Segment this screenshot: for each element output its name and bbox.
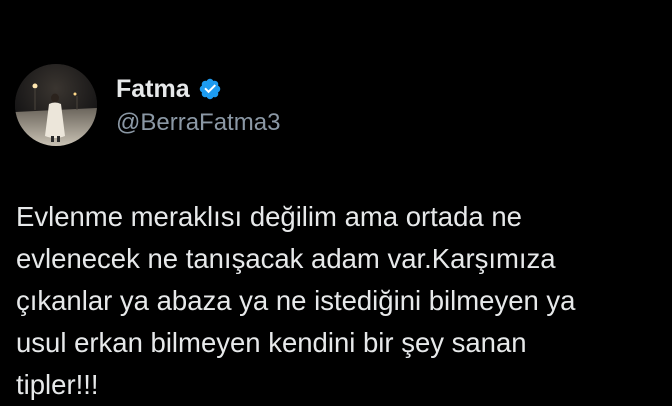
avatar[interactable] (15, 64, 97, 146)
tweet-text-line: usul erkan bilmeyen kendini bir şey sana… (16, 327, 527, 358)
tweet-text-line: Evlenme meraklısı değilim ama ortada ne (16, 201, 522, 232)
verified-check-icon (198, 77, 222, 101)
tweet-text-line: tipler!!! (16, 369, 99, 400)
tweet-text-line: evlenecek ne tanışacak adam var.Karşımız… (16, 243, 556, 274)
tweet-card: Fatma @BerraFatma3 Evlenme meraklısı değ… (0, 0, 672, 400)
author-name-row[interactable]: Fatma (116, 72, 222, 106)
tweet-text-line: çıkanlar ya abaza ya ne istediğini bilme… (16, 285, 576, 316)
author-handle[interactable]: @BerraFatma3 (116, 111, 280, 135)
tweet-text: Evlenme meraklısı değilim ama ortada ne … (16, 196, 666, 406)
profile-photo-icon (15, 64, 97, 146)
author-display-name[interactable]: Fatma (116, 76, 190, 102)
